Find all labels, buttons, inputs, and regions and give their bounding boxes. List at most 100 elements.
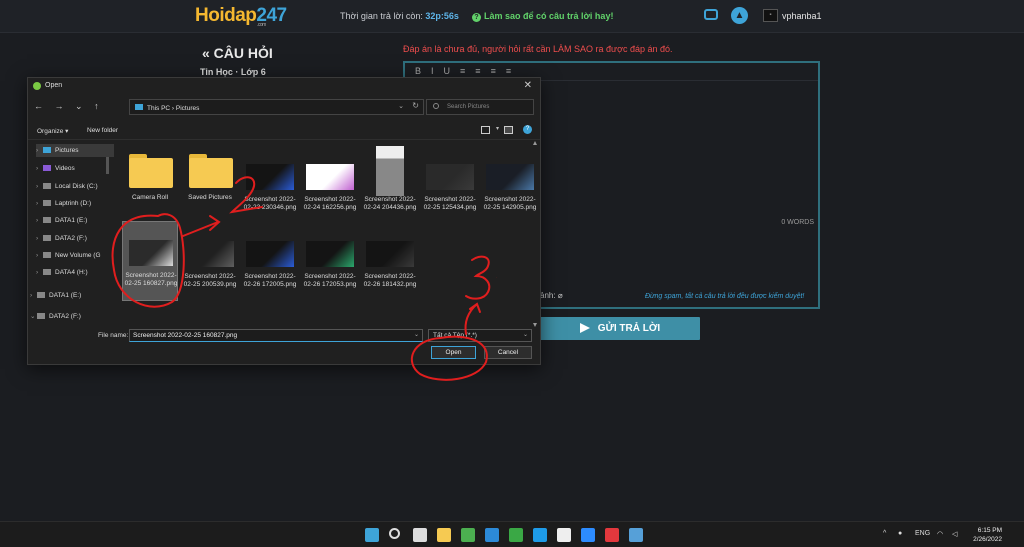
sidebar-item[interactable]: › DATA4 (H:)	[36, 266, 114, 279]
file-item[interactable]: Screenshot 2022-02-23 230346.png	[242, 144, 298, 218]
dialog-titlebar[interactable]: Open ✕	[28, 78, 540, 94]
cancel-button[interactable]: Cancel	[484, 346, 532, 359]
organize-button[interactable]: Organize ▾	[37, 127, 68, 135]
search-input[interactable]: Search Pictures	[426, 99, 534, 115]
close-icon[interactable]: ✕	[524, 80, 532, 91]
file-item[interactable]: Screenshot 2022-02-26 181432.png	[362, 221, 418, 301]
help-icon[interactable]: ?	[523, 125, 532, 134]
expand-chevron-icon[interactable]: ›	[36, 147, 43, 154]
editor-tool-1[interactable]: I	[431, 66, 434, 76]
breadcrumb-this-pc[interactable]: This PC	[147, 105, 170, 112]
sidebar-item-label: Laptrinh (D:)	[55, 200, 92, 207]
expand-chevron-icon[interactable]: ›	[30, 292, 37, 299]
editor-tool-0[interactable]: B	[415, 66, 421, 76]
file-item[interactable]: Screenshot 2022-02-25 142905.png	[482, 144, 538, 218]
expand-chevron-icon[interactable]: ›	[36, 252, 43, 259]
expand-chevron-icon[interactable]: ⌄	[30, 312, 37, 320]
recent-chevron-icon[interactable]: ⌄	[75, 101, 83, 111]
folder-item[interactable]: Saved Pictures	[182, 144, 238, 218]
send-answer-button[interactable]: GỬI TRẢ LỜI	[540, 317, 700, 340]
microphone-icon[interactable]: ●	[898, 530, 902, 537]
breadcrumb-pictures[interactable]: Pictures	[176, 105, 199, 112]
file-type-dropdown-icon[interactable]: ⌄	[523, 331, 528, 338]
tray-chevron-icon[interactable]: ^	[883, 530, 886, 537]
photo-icon[interactable]	[629, 528, 643, 542]
bell-icon[interactable]: ▲	[731, 7, 748, 24]
file-list-scrollbar[interactable]	[533, 141, 537, 327]
file-item[interactable]: Screenshot 2022-02-26 172005.png	[242, 221, 298, 301]
sidebar-item[interactable]: › Local Disk (C:)	[36, 180, 114, 193]
windows-start-icon[interactable]	[365, 528, 379, 542]
file-item[interactable]: Screenshot 2022-02-24 204436.png	[362, 144, 418, 218]
sidebar-item[interactable]: ⌄ DATA2 (F:)	[30, 309, 108, 322]
site-logo[interactable]: Hoidap247 .com	[195, 5, 287, 28]
volume-icon[interactable]: ◁	[952, 530, 957, 538]
expand-chevron-icon[interactable]: ›	[36, 183, 43, 190]
open-button[interactable]: Open	[431, 346, 476, 359]
image-thumbnail	[129, 240, 173, 266]
file-item[interactable]: Screenshot 2022-02-24 162256.png	[302, 144, 358, 218]
file-item[interactable]: Screenshot 2022-02-25 160827.png	[122, 221, 178, 301]
refresh-icon[interactable]: ↻	[412, 101, 419, 110]
onenote-icon[interactable]	[605, 528, 619, 542]
language-indicator[interactable]: ENG	[915, 530, 930, 537]
forward-arrow-icon[interactable]: →	[55, 101, 64, 111]
avatar[interactable]: ▪	[763, 9, 778, 22]
editor-tool-6[interactable]: ≡	[506, 66, 511, 76]
site-header: Hoidap247 .com Thời gian trả lời còn: 32p…	[0, 0, 1024, 33]
maps-icon[interactable]	[557, 528, 571, 542]
editor-tool-3[interactable]: ≡	[460, 66, 465, 76]
system-clock[interactable]: 6:15 PM 2/26/2022	[966, 526, 1002, 544]
address-bar[interactable]: This PC › Pictures ⌄ ↻	[129, 99, 424, 115]
sidebar-item[interactable]: › Pictures	[36, 144, 114, 157]
camtasia-icon[interactable]	[509, 528, 523, 542]
up-arrow-icon[interactable]: ↑	[94, 101, 99, 111]
file-item[interactable]: Screenshot 2022-02-25 125434.png	[422, 144, 478, 218]
file-name: Screenshot 2022-02-25 142905.png	[483, 196, 537, 211]
username[interactable]: vphanba1	[782, 11, 822, 21]
expand-chevron-icon[interactable]: ›	[36, 165, 43, 172]
preview-pane-icon[interactable]	[504, 126, 513, 134]
back-arrow-icon[interactable]: ←	[34, 101, 43, 111]
zoom-icon[interactable]	[581, 528, 595, 542]
paperclip-icon[interactable]: ⌀	[558, 291, 563, 300]
search-icon	[433, 103, 439, 109]
folder-item[interactable]: Camera Roll	[122, 144, 178, 218]
sidebar-item[interactable]: › DATA2 (F:)	[36, 232, 114, 245]
taskbar: ^ ● ENG ◠ ◁ 6:15 PM 2/26/2022	[0, 521, 1024, 547]
sidebar-item[interactable]: › Laptrinh (D:)	[36, 197, 114, 210]
address-dropdown-icon[interactable]: ⌄	[398, 102, 404, 110]
skype-icon[interactable]	[533, 528, 547, 542]
file-explorer-icon[interactable]	[437, 528, 451, 542]
editor-tool-5[interactable]: ≡	[491, 66, 496, 76]
expand-chevron-icon[interactable]: ›	[36, 235, 43, 242]
chat-icon[interactable]	[704, 9, 718, 20]
sidebar-item[interactable]: › DATA1 (E:)	[36, 214, 114, 227]
vscode-icon[interactable]	[485, 528, 499, 542]
expand-chevron-icon[interactable]: ›	[36, 200, 43, 207]
file-name-dropdown-icon[interactable]: ⌄	[414, 331, 419, 338]
search-icon[interactable]	[389, 528, 400, 539]
editor-tool-4[interactable]: ≡	[475, 66, 480, 76]
chrome-icon[interactable]	[461, 528, 475, 542]
file-type-select[interactable]: Tất cả Tệp (*.*) ⌄	[428, 329, 532, 342]
new-folder-button[interactable]: New folder	[87, 127, 118, 134]
sidebar-item[interactable]: › New Volume (G	[36, 249, 114, 262]
sidebar-item-label: DATA2 (F:)	[55, 235, 87, 242]
tip-link[interactable]: ? Làm sao để có câu trả lời hay!	[472, 11, 613, 22]
question-title[interactable]: « CÂU HỎI	[202, 45, 273, 61]
file-item[interactable]: Screenshot 2022-02-25 200539.png	[182, 221, 238, 301]
file-item[interactable]: Screenshot 2022-02-26 172053.png	[302, 221, 358, 301]
wifi-icon[interactable]: ◠	[937, 530, 943, 538]
editor-tool-2[interactable]: U	[444, 66, 451, 76]
sidebar-item[interactable]: › DATA1 (E:)	[30, 289, 108, 302]
task-view-icon[interactable]	[413, 528, 427, 542]
attach-image-label[interactable]: ảnh: ⌀	[540, 291, 563, 300]
expand-chevron-icon[interactable]: ›	[36, 217, 43, 224]
sidebar-item[interactable]: › Videos	[36, 162, 114, 175]
file-name-input[interactable]: Screenshot 2022-02-25 160827.png ⌄	[129, 329, 423, 342]
view-icon[interactable]	[481, 126, 490, 134]
dialog-title: Open	[45, 82, 63, 89]
expand-chevron-icon[interactable]: ›	[36, 269, 43, 276]
view-dropdown-icon[interactable]: ▾	[496, 125, 499, 132]
